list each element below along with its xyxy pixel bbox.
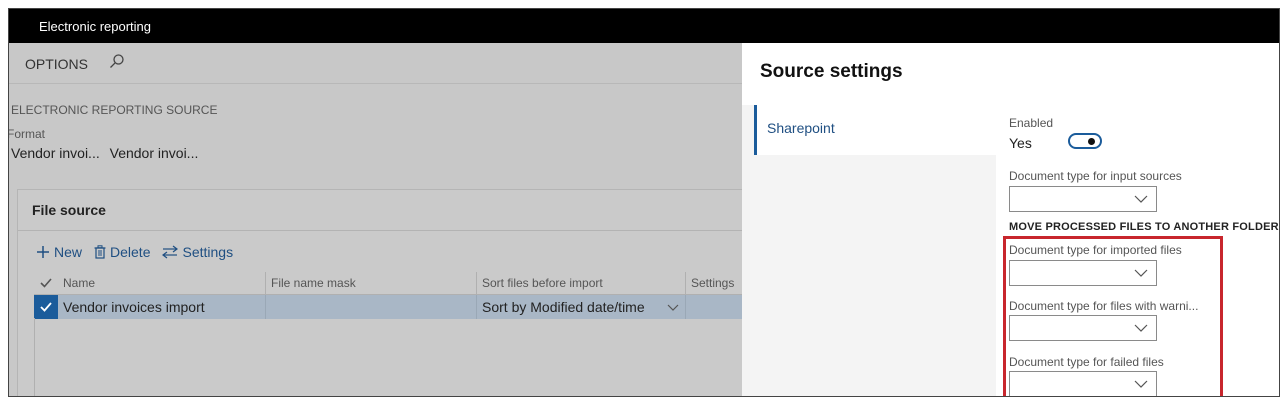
cell-settings[interactable] [686,295,743,319]
move-files-section-title: MOVE PROCESSED FILES TO ANOTHER FOLDER [1009,221,1279,233]
title-bar: Electronic reporting [9,9,1279,43]
format-value[interactable]: Vendor invoi... [110,145,199,161]
settings-nav: Sharepoint [742,105,996,396]
cell-file-name-mask[interactable] [266,295,477,319]
app-title: Electronic reporting [39,19,151,34]
input-sources-select[interactable] [1009,186,1157,212]
cell-name[interactable]: Vendor invoices import [58,295,266,319]
screenshot-frame: Electronic reporting OPTIONS ELECTRONIC … [8,8,1280,397]
row-checkbox[interactable] [34,295,58,319]
highlight-box [1003,236,1223,396]
sort-files-value: Sort by Modified date/time [482,299,645,315]
options-menu[interactable]: OPTIONS [25,56,88,72]
cell-sort-files[interactable]: Sort by Modified date/time [477,295,686,319]
grid-header-row: Name File name mask Sort files before im… [34,272,743,295]
file-source-grid: Name File name mask Sort files before im… [34,272,743,319]
grid-toolbar: New Delete Settings [36,244,233,260]
trash-icon [94,245,106,259]
input-sources-label: Document type for input sources [1009,169,1182,183]
main-app-dimmed: OPTIONS ELECTRONIC REPORTING SOURCE Form… [9,43,744,396]
format-values: Vendor invoi... Vendor invoi... [11,145,204,161]
divider [18,230,742,231]
new-button[interactable]: New [36,244,82,260]
format-label: Format [8,127,46,141]
delete-button[interactable]: Delete [94,244,150,260]
pane-title: Source settings [760,61,903,82]
swap-arrows-icon [162,245,179,259]
chevron-down-icon[interactable] [667,304,679,311]
select-all-checkbox[interactable] [34,272,58,294]
plus-icon [37,246,49,258]
header-area: ELECTRONIC REPORTING SOURCE Format Vendo… [9,84,742,183]
delete-label: Delete [110,244,151,260]
column-header-name[interactable]: Name [58,272,266,294]
grid-empty-area [34,318,744,396]
enabled-value: Yes [1009,135,1032,151]
new-label: New [54,244,83,260]
column-header-file-name-mask[interactable]: File name mask [266,272,477,294]
nav-item-label: Sharepoint [767,120,835,136]
enabled-toggle[interactable] [1068,133,1102,149]
column-header-sort-files[interactable]: Sort files before import [477,272,686,294]
nav-item-sharepoint[interactable]: Sharepoint [754,105,996,155]
settings-label: Settings [182,244,234,260]
column-header-settings[interactable]: Settings [686,272,743,294]
settings-button[interactable]: Settings [162,244,233,260]
action-pane: OPTIONS [9,43,742,84]
chevron-down-icon [1134,195,1148,203]
search-icon[interactable] [109,53,125,74]
check-icon [40,278,52,288]
section-caption: ELECTRONIC REPORTING SOURCE [11,103,218,117]
enabled-label: Enabled [1009,116,1054,130]
format-value[interactable]: Vendor invoi... [11,145,100,161]
file-source-panel: File source New Delete Settings Name Fil… [17,189,744,396]
table-row[interactable]: Vendor invoices import Sort by Modified … [34,295,743,319]
source-settings-pane: Source settings Sharepoint Enabled Yes D… [742,43,1279,396]
check-icon [40,302,52,312]
file-source-title[interactable]: File source [32,202,106,218]
